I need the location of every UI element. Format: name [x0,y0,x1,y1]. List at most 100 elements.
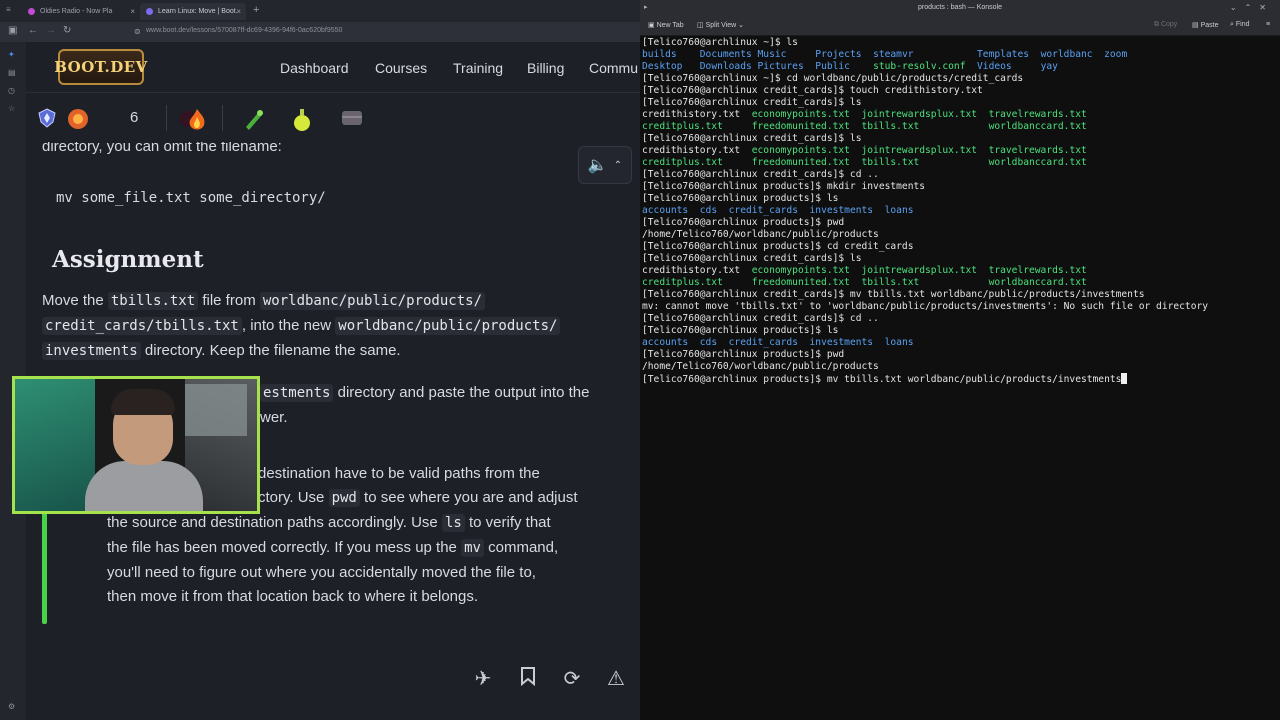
file-name: jointrewardsplux.txt [861,109,989,120]
terminal-text: [Telico760@archlinux ~]$ ls [642,37,798,48]
terminal-line: credithistory.txt economypoints.txt join… [642,109,1208,121]
file-name: tbills.txt [861,157,989,168]
tip-line6: then move it from that location back to … [107,588,479,605]
terminal-text: [Telico760@archlinux products]$ mv tbill… [642,374,1122,385]
url-input[interactable]: www.boot.dev/lessons/570087ff-dc69-4396-… [146,27,342,34]
file-name: freedomunited.txt [751,277,862,288]
terminal-text: [Telico760@archlinux credit_cards]$ cd .… [642,313,879,324]
terminal-line: builds Documents Music Projects steamvr … [642,49,1208,61]
paste-button[interactable]: ▤ Paste [1192,21,1218,29]
terminal-text: [Telico760@archlinux credit_cards]$ cd .… [642,169,879,180]
window-controls[interactable]: ⌄⌃✕ [1230,0,1274,15]
terminal-line: [Telico760@archlinux products]$ mkdir in… [642,181,1208,193]
terminal-line: [Telico760@archlinux credit_cards]$ touc… [642,85,1208,97]
new-tab-icon[interactable]: + [253,4,259,16]
rank-shield-icon[interactable] [36,107,58,129]
bootdev-favicon-icon [146,8,153,15]
bookmarks-icon[interactable]: ☆ [8,104,15,113]
terminal-text: [Telico760@archlinux ~]$ cd worldbanc/pu… [642,73,1024,84]
file-name: tbills.txt [861,121,989,132]
library-icon[interactable]: ▤ [8,68,16,77]
webcam-person [111,389,175,415]
directory-name: Public [815,61,874,72]
star-icon[interactable]: ✦ [8,50,15,59]
history-icon[interactable]: ◷ [8,86,15,95]
back-icon[interactable]: ← [28,25,38,36]
terminal-line: accounts cds credit_cards investments lo… [642,337,1208,349]
file-name: jointrewardsplux.txt [861,145,989,156]
label: Find [1235,21,1250,28]
stats-bar: 6 [26,92,640,142]
menu-icon[interactable]: ≡ [1266,21,1270,28]
divider [222,105,223,131]
terminal-scrollbar[interactable] [1272,40,1278,714]
terminal-line: accounts cds credit_cards investments lo… [642,205,1208,217]
terminal-line: [Telico760@archlinux products]$ ls [642,193,1208,205]
inline-code: estments [260,384,334,402]
yellow-potion-icon[interactable] [290,107,314,133]
site-info-icon[interactable]: ⊜ [134,27,141,36]
terminal-line: creditplus.txt freedomunited.txt tbills.… [642,157,1208,169]
boot-dev-logo[interactable]: BOOT.DEV [54,49,147,85]
report-warning-icon[interactable]: ⚠ [603,666,629,692]
file-name: worldbanccard.txt [988,277,1087,288]
nav-courses[interactable]: Courses [375,60,427,76]
copy-button[interactable]: ⧉ Copy [1154,21,1177,29]
tab-boot-dev-lesson[interactable]: Learn Linux: Move | Boot. × [140,3,246,20]
terminal-text: [Telico760@archlinux products]$ ls [642,325,839,336]
terminal-text: [Telico760@archlinux credit_cards]$ touc… [642,85,983,96]
terminal-cursor [1121,373,1128,384]
directory-name: credit_cards [728,337,810,348]
green-potion-icon[interactable] [240,107,266,133]
refresh-icon[interactable]: ⟳ [559,666,585,692]
tip-line1: destination have to be valid paths from … [258,465,540,482]
directory-name: Videos [977,61,1041,72]
terminal-text: [Telico760@archlinux credit_cards]$ ls [642,253,862,264]
rocket-icon[interactable]: ✈ [470,666,496,692]
reload-icon[interactable]: ↻ [63,25,71,36]
nav-billing[interactable]: Billing [527,60,564,76]
konsole-window: ▸ products : bash — Konsole ⌄⌃✕ ▣ New Ta… [640,0,1280,720]
terminal-line: /home/Telico760/worldbanc/public/product… [642,361,1208,373]
find-button[interactable]: ⌕ Find [1230,21,1250,29]
new-tab-button[interactable]: ▣ New Tab [648,21,684,29]
nav-training[interactable]: Training [453,60,503,76]
label: Split View [705,22,737,29]
settings-gear-icon[interactable]: ⚙ [8,702,15,711]
tip-line4: the file has been moved correctly. If yo… [107,535,558,561]
desktop: ≡ Oldies Radio - Now Pla × Learn Linux: … [0,0,1280,720]
directory-name: loans [884,337,914,348]
sidebar-toggle-icon[interactable]: ▣ [8,25,17,36]
streak-count: 6 [130,109,139,126]
audio-button[interactable]: 🔈 ⌃ [578,146,632,184]
terminal-line: credithistory.txt economypoints.txt join… [642,265,1208,277]
webcam-background [15,379,95,511]
directory-name: worldbanc [1040,49,1105,60]
file-name: travelrewards.txt [988,145,1087,156]
chest-icon[interactable] [340,107,364,127]
directory-name: accounts [642,205,700,216]
terminal-line: [Telico760@archlinux credit_cards]$ cd .… [642,313,1208,325]
directory-name: Templates [977,49,1041,60]
split-view-button[interactable]: ◫ Split View ⌄ [697,21,744,29]
file-name: jointrewardsplux.txt [861,265,989,276]
nav-dashboard[interactable]: Dashboard [280,60,349,76]
browser-tab-bar: ≡ Oldies Radio - Now Pla × Learn Linux: … [0,0,640,22]
bookmark-icon[interactable] [515,666,541,692]
tab-list-icon[interactable]: ≡ [6,5,11,14]
terminal-text: credithistory.txt [642,265,752,276]
close-icon[interactable]: × [236,7,241,16]
forward-icon[interactable]: → [46,25,56,36]
streak-gem-icon[interactable] [66,107,90,131]
terminal-line: creditplus.txt freedomunited.txt tbills.… [642,277,1208,289]
nav-community[interactable]: Commu [589,60,638,76]
text: the source and destination paths accordi… [107,514,438,531]
tab-oldies-radio[interactable]: Oldies Radio - Now Pla × [22,3,140,20]
terminal-icon[interactable]: ▸ [644,0,648,15]
terminal-text: [Telico760@archlinux credit_cards]$ ls [642,97,862,108]
terminal-output[interactable]: [Telico760@archlinux ~]$ ls builds Docume… [642,37,1208,385]
flame-icon[interactable] [184,107,210,133]
directory-name: Pictures [757,61,816,72]
konsole-titlebar: ▸ products : bash — Konsole ⌄⌃✕ [640,0,1280,15]
close-icon[interactable]: × [130,7,135,16]
